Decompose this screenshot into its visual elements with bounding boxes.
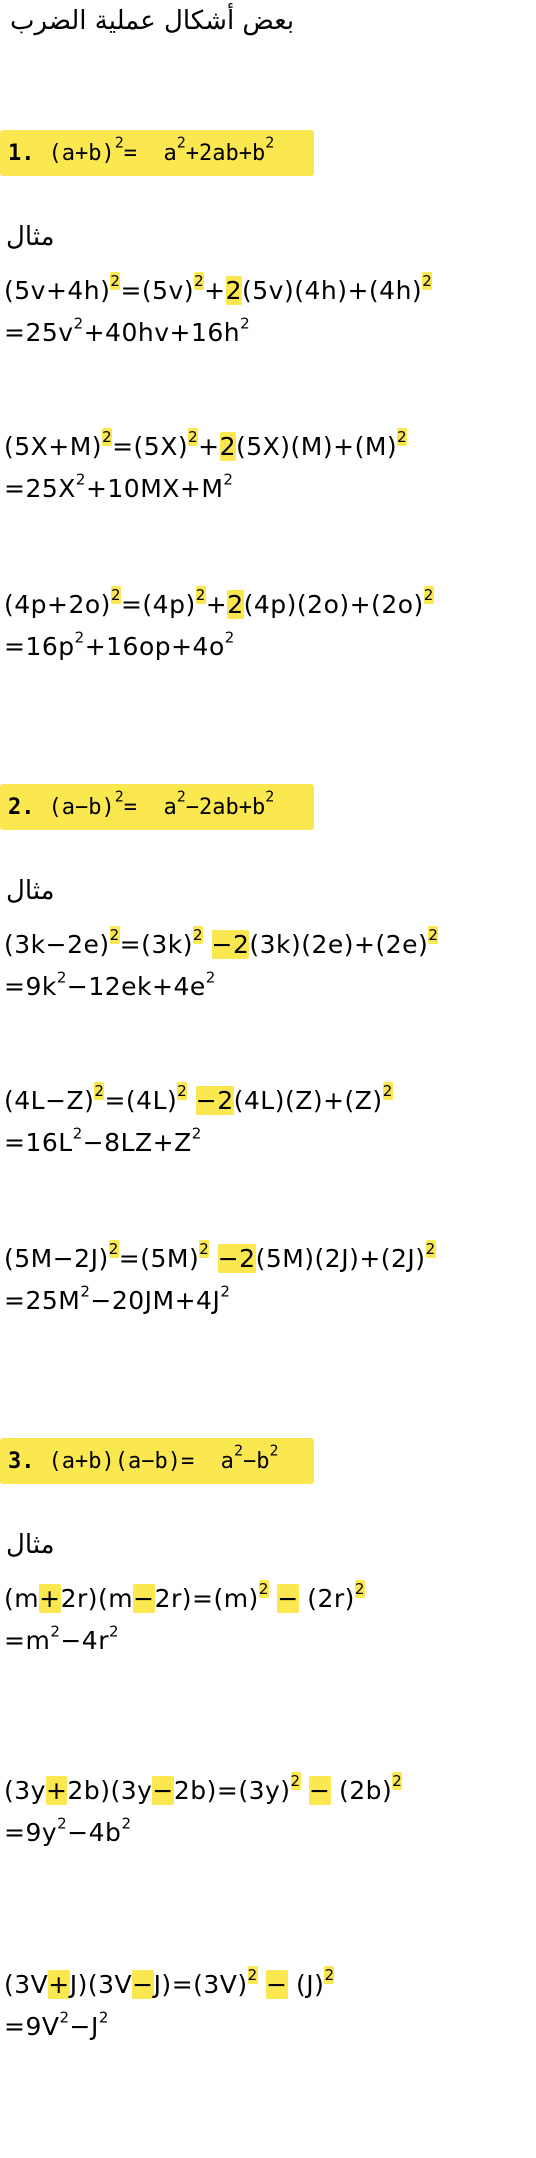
example-1-line-2: =25v2+40hv+16h2 bbox=[4, 314, 251, 347]
example-6-line-2: =25M2−20JM+4J2 bbox=[4, 1282, 231, 1315]
example-label: مثال bbox=[6, 1530, 55, 1560]
example-8-line-1: (3y+2b)(3y−2b)=(3y)2 − (2b)2 bbox=[4, 1772, 403, 1805]
formula-text: (a−b)2= a2−2ab+b2 bbox=[48, 786, 275, 820]
formula-text: (a+b)(a−b)= a2−b2 bbox=[48, 1440, 279, 1474]
formula-box-2: 2. (a−b)2= a2−2ab+b2 bbox=[0, 784, 314, 830]
example-label: مثال bbox=[6, 876, 55, 906]
formula-box-3: 3. (a+b)(a−b)= a2−b2 bbox=[0, 1438, 314, 1484]
example-4-line-2: =9k2−12ek+4e2 bbox=[4, 968, 216, 1001]
formula-text: (a+b)2= a2+2ab+b2 bbox=[48, 132, 275, 166]
example-2-line-1: (5X+M)2=(5X)2+2(5X)(M)+(M)2 bbox=[4, 428, 408, 461]
example-5-line-1: (4L−Z)2=(4L)2 −2(4L)(Z)+(Z)2 bbox=[4, 1082, 393, 1115]
example-label: مثال bbox=[6, 222, 55, 252]
example-3-line-1: (4p+2o)2=(4p)2+2(4p)(2o)+(2o)2 bbox=[4, 586, 434, 619]
example-1-line-1: (5v+4h)2=(5v)2+2(5v)(4h)+(4h)2 bbox=[4, 272, 433, 305]
example-7-line-1: (m+2r)(m−2r)=(m)2 − (2r)2 bbox=[4, 1580, 365, 1613]
formula-number: 3. bbox=[8, 1448, 35, 1474]
example-8-line-2: =9y2−4b2 bbox=[4, 1814, 132, 1847]
example-4-line-1: (3k−2e)2=(3k)2 −2(3k)(2e)+(2e)2 bbox=[4, 926, 439, 959]
example-3-line-2: =16p2+16op+4o2 bbox=[4, 628, 235, 661]
page-title: بعض أشكال عملية الضرب bbox=[10, 6, 295, 36]
example-9-line-2: =9V2−J2 bbox=[4, 2008, 109, 2041]
example-5-line-2: =16L2−8LZ+Z2 bbox=[4, 1124, 202, 1157]
formula-number: 1. bbox=[8, 140, 35, 166]
example-6-line-1: (5M−2J)2=(5M)2 −2(5M)(2J)+(2J)2 bbox=[4, 1240, 436, 1273]
example-2-line-2: =25X2+10MX+M2 bbox=[4, 470, 234, 503]
example-7-line-2: =m2−4r2 bbox=[4, 1622, 120, 1655]
formula-box-1: 1. (a+b)2= a2+2ab+b2 bbox=[0, 130, 314, 176]
example-9-line-1: (3V+J)(3V−J)=(3V)2 − (J)2 bbox=[4, 1966, 335, 1999]
formula-number: 2. bbox=[8, 794, 35, 820]
